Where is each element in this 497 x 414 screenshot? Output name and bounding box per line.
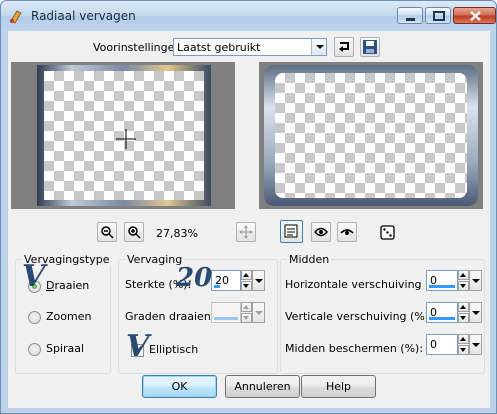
proof-button[interactable]	[311, 222, 331, 242]
up-arrow-icon[interactable]	[458, 270, 469, 280]
radio-draaien-label[interactable]: Draaien	[46, 279, 90, 292]
h-offset-input[interactable]: 0	[426, 270, 458, 291]
eye-icon	[340, 229, 354, 235]
up-arrow-icon[interactable]	[241, 270, 252, 280]
protect-stepper[interactable]	[458, 334, 469, 355]
radio-zoomen[interactable]	[28, 311, 41, 324]
chevron-down-icon[interactable]	[311, 39, 326, 55]
save-preset-button[interactable]	[360, 37, 380, 57]
down-arrow-icon[interactable]	[458, 313, 469, 323]
strength-input[interactable]: 20	[211, 270, 241, 291]
zoom-level: 27,83%	[156, 227, 198, 240]
maximize-icon	[433, 11, 445, 21]
tutorial-marker-20: 20	[176, 263, 213, 293]
paint-shop-pro-icon	[10, 10, 22, 24]
help-button[interactable]: Help	[301, 375, 376, 398]
down-arrow-icon[interactable]	[241, 313, 252, 323]
rotate-level	[214, 317, 238, 320]
redo-button[interactable]	[337, 222, 357, 242]
window-title: Radiaal vervagen	[31, 9, 136, 23]
elliptical-label[interactable]: Elliptisch	[149, 343, 198, 356]
rotate-stepper[interactable]	[241, 302, 252, 323]
v-offset-stepper[interactable]	[458, 302, 469, 323]
dice-icon	[380, 225, 395, 240]
h-offset-slider-dropdown[interactable]	[469, 270, 482, 291]
source-preview[interactable]	[11, 62, 235, 209]
protect-value: 0	[430, 338, 437, 351]
reset-button[interactable]	[334, 37, 354, 57]
protect-input[interactable]: 0	[426, 334, 458, 355]
dialog-window: Radiaal vervagen Voorinstellingen: Laats…	[0, 0, 497, 414]
close-button[interactable]	[453, 7, 496, 24]
v-offset-slider-dropdown[interactable]	[469, 302, 482, 323]
protect-slider-dropdown[interactable]	[469, 334, 482, 355]
v-offset-level	[429, 317, 455, 320]
tutorial-marker-v2: V	[126, 329, 150, 364]
maximize-button[interactable]	[425, 7, 451, 24]
center-group: Midden Horizontale verschuiving (%): 0 V…	[280, 253, 485, 374]
pan-button[interactable]	[236, 222, 256, 242]
radio-spiraal[interactable]	[28, 343, 41, 356]
minimize-button[interactable]	[397, 7, 423, 24]
down-arrow-icon[interactable]	[458, 345, 469, 355]
radio-zoomen-label[interactable]: Zoomen	[46, 310, 91, 323]
up-arrow-icon[interactable]	[241, 302, 252, 312]
strength-level	[214, 285, 220, 288]
zoom-in-button[interactable]	[124, 222, 144, 242]
v-offset-label: Verticale verschuiving (%):	[285, 310, 433, 323]
move-arrows-icon	[239, 225, 253, 239]
radio-spiraal-label[interactable]: Spiraal	[46, 342, 84, 355]
close-icon	[470, 11, 481, 21]
strength-slider-dropdown[interactable]	[252, 270, 265, 291]
v-offset-input[interactable]: 0	[426, 302, 458, 323]
up-arrow-icon[interactable]	[458, 302, 469, 312]
h-offset-stepper[interactable]	[458, 270, 469, 291]
protect-label: Midden beschermen (%):	[285, 342, 424, 355]
result-preview	[259, 62, 483, 209]
rotate-input[interactable]	[211, 302, 241, 323]
reset-arrow-icon	[339, 42, 349, 52]
down-arrow-icon[interactable]	[241, 281, 252, 291]
h-offset-label: Horizontale verschuiving (%):	[285, 278, 448, 291]
strength-stepper[interactable]	[241, 270, 252, 291]
ok-button[interactable]: OK	[142, 375, 217, 398]
auto-proof-button[interactable]	[280, 220, 303, 243]
crosshair-icon[interactable]	[116, 129, 136, 149]
rotate-label: Graden draaien:	[125, 310, 215, 323]
presets-label: Voorinstellingen:	[93, 41, 186, 54]
result-transparent-area	[275, 73, 467, 198]
eye-arrow-icon	[314, 227, 328, 237]
floppy-disk-icon	[363, 40, 377, 54]
title-bar[interactable]: Radiaal vervagen	[1, 1, 496, 31]
down-arrow-icon[interactable]	[458, 281, 469, 291]
randomize-button[interactable]	[378, 222, 398, 242]
center-title: Midden	[287, 253, 332, 266]
cancel-button[interactable]: Annuleren	[225, 375, 300, 398]
presets-dropdown[interactable]: Laatst gebruikt	[173, 38, 327, 56]
presets-value: Laatst gebruikt	[177, 41, 261, 54]
dialog-client: Voorinstellingen: Laatst gebruikt 27,83%…	[8, 31, 490, 408]
tutorial-marker-v: V	[22, 259, 46, 294]
zoom-in-icon	[128, 226, 141, 239]
h-offset-level	[429, 285, 455, 288]
proof-icon	[284, 224, 298, 238]
minimize-icon	[406, 18, 415, 21]
zoom-out-icon	[101, 226, 114, 239]
rotate-slider-dropdown[interactable]	[252, 302, 265, 323]
up-arrow-icon[interactable]	[458, 334, 469, 344]
radio-draaien-text: raaien	[54, 279, 90, 292]
zoom-out-button[interactable]	[97, 222, 117, 242]
